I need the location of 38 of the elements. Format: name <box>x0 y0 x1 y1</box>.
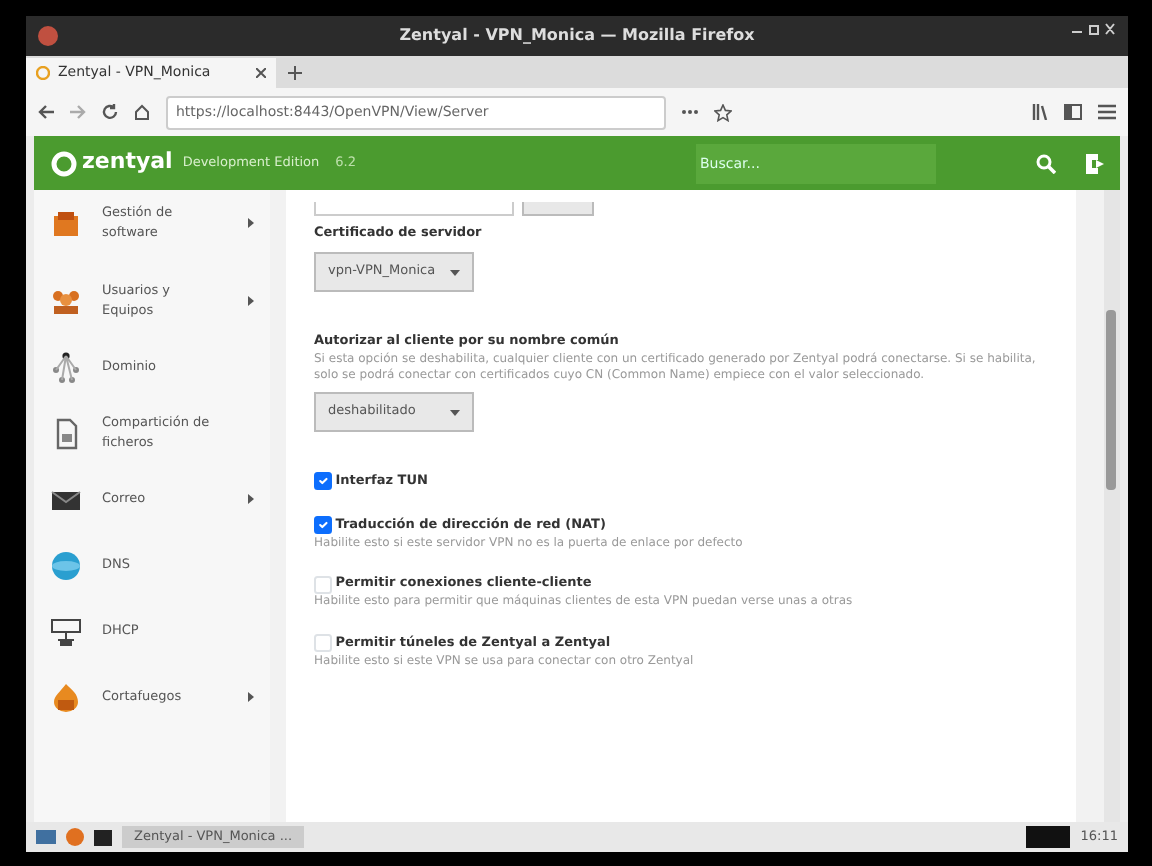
favicon-icon <box>36 66 50 80</box>
expand-icon <box>248 494 254 504</box>
search-icon[interactable] <box>1036 153 1056 173</box>
window-controls-icon[interactable] <box>1072 22 1116 36</box>
globe-icon <box>50 549 82 581</box>
caret-icon <box>450 269 460 276</box>
checkbox[interactable] <box>314 516 332 535</box>
users-icon <box>50 285 82 317</box>
monitor-icon <box>1026 826 1071 848</box>
logout-icon[interactable] <box>1084 151 1104 175</box>
library-icon[interactable] <box>1032 104 1048 120</box>
new-tab-icon[interactable] <box>288 66 302 80</box>
window-title: Zentyal - VPN_Monica — Mozilla Firefox <box>399 24 755 48</box>
expand-icon <box>248 218 254 228</box>
sidebar-icon[interactable] <box>1064 104 1082 120</box>
close-icon[interactable] <box>256 68 266 78</box>
logo-icon <box>50 149 78 177</box>
start-menu-icon[interactable] <box>36 830 56 844</box>
text-field[interactable] <box>314 202 514 216</box>
reload-icon[interactable] <box>102 104 118 120</box>
checkbox[interactable] <box>314 472 332 491</box>
select-field[interactable] <box>521 202 593 216</box>
caret-icon <box>450 409 460 416</box>
network-switch-icon <box>50 615 82 647</box>
expand-icon <box>248 692 254 702</box>
brand-name: zentyal <box>82 146 173 179</box>
browser-icon[interactable] <box>66 828 84 846</box>
terminal-icon[interactable] <box>94 829 112 845</box>
flame-icon <box>50 681 82 713</box>
scrollbar[interactable] <box>1104 190 1120 822</box>
expand-icon <box>248 296 254 306</box>
star-icon[interactable] <box>714 103 732 121</box>
network-nodes-icon <box>50 351 82 383</box>
back-icon[interactable] <box>38 104 54 120</box>
menu-icon[interactable] <box>1098 104 1116 120</box>
package-icon <box>50 207 82 239</box>
home-icon[interactable] <box>134 104 150 120</box>
window-menu-icon[interactable] <box>38 26 58 46</box>
